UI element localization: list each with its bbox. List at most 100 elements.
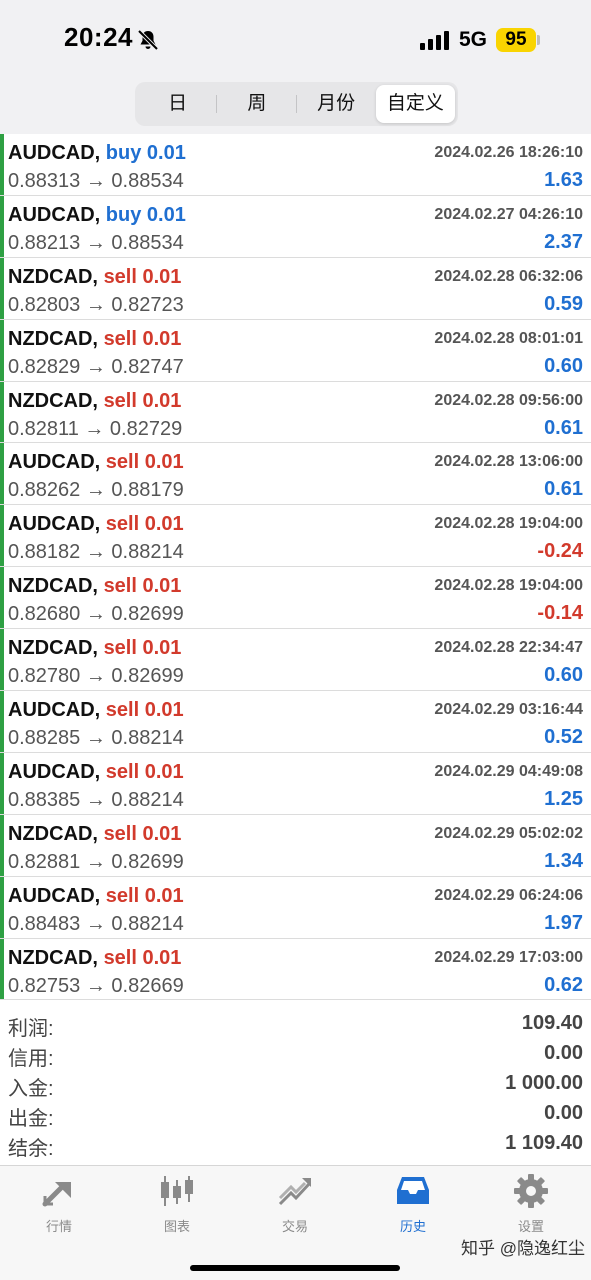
trade-prices: 0.82881 → 0.82699	[8, 850, 184, 873]
trade-side: sell 0.01	[103, 637, 182, 660]
account-summary: 利润: 109.40 信用: 0.00 入金: 1 000.00 出金: 0.0…	[0, 1010, 591, 1160]
trade-symbol-text: NZDCAD,	[8, 946, 98, 969]
trade-symbol: NZDCAD, sell 0.01	[8, 390, 181, 413]
summary-label: 入金:	[8, 1078, 54, 1100]
trade-datetime: 2024.02.28 06:32:06	[434, 267, 583, 285]
trade-prices: 0.88385 → 0.88214	[8, 788, 184, 811]
trade-profit: 0.61	[544, 478, 583, 501]
summary-label: 利润:	[8, 1018, 54, 1040]
trade-side: buy 0.01	[105, 203, 186, 226]
trade-datetime: 2024.02.29 03:16:44	[434, 701, 583, 719]
trade-row[interactable]: NZDCAD, sell 0.01 2024.02.28 06:32:06 0.82…	[0, 257, 591, 320]
trade-datetime: 2024.02.28 13:06:00	[434, 453, 583, 471]
trade-row[interactable]: AUDCAD, sell 0.01 2024.02.29 03:16:44 0.88…	[0, 691, 591, 753]
trade-indicator-bar	[0, 505, 4, 567]
trade-row[interactable]: AUDCAD, sell 0.01 2024.02.29 06:24:06 0.88…	[0, 876, 591, 939]
trade-datetime: 2024.02.28 19:04:00	[434, 577, 583, 595]
trade-datetime: 2024.02.29 17:03:00	[434, 948, 583, 966]
trade-indicator-bar	[0, 752, 4, 814]
trade-side: buy 0.01	[105, 142, 186, 164]
trade-profit: 0.62	[544, 973, 583, 996]
tab-month[interactable]: 月份	[297, 85, 376, 123]
trade-symbol: NZDCAD, sell 0.01	[8, 947, 181, 970]
trade-prices: 0.88262 → 0.88179	[8, 479, 184, 502]
trade-symbol-text: NZDCAD,	[8, 637, 98, 660]
trade-row[interactable]: NZDCAD, sell 0.01 2024.02.28 08:01:01 0.82…	[0, 319, 591, 382]
trade-datetime: 2024.02.26 18:26:10	[434, 144, 583, 161]
trade-history-list: AUDCAD, buy 0.01 2024.02.26 18:26:10 0.883…	[0, 134, 591, 1001]
trade-symbol-text: NZDCAD,	[8, 265, 98, 288]
trade-symbol-text: NZDCAD,	[8, 575, 98, 598]
trade-symbol-text: NZDCAD,	[8, 327, 98, 350]
trade-profit: 1.25	[544, 787, 583, 810]
trade-side: sell 0.01	[105, 513, 184, 536]
trade-symbol-text: AUDCAD,	[8, 451, 101, 474]
trade-symbol: AUDCAD, sell 0.01	[8, 885, 184, 908]
trade-side: sell 0.01	[103, 327, 182, 350]
trade-profit: 2.37	[544, 230, 583, 253]
trade-profit: 0.59	[544, 292, 583, 315]
bottom-tab-bar: 行情 图表 交易 历史 设置 知乎 @隐逸红尘	[0, 1165, 591, 1280]
trade-symbol: AUDCAD, sell 0.01	[8, 513, 184, 536]
summary-label: 结余:	[8, 1138, 54, 1160]
trade-prices: 0.88313 → 0.88534	[8, 170, 184, 192]
tab-week[interactable]: 周	[217, 85, 297, 123]
tab-quotes[interactable]: 行情	[0, 1174, 118, 1234]
period-segmented-control: 日 周 月份 自定义	[135, 82, 458, 126]
tab-label: 图表	[163, 1219, 190, 1234]
tab-label: 行情	[45, 1219, 72, 1234]
status-bar: 20:24 5G 95	[0, 0, 591, 80]
trade-side: sell 0.01	[105, 760, 184, 783]
summary-row-balance: 结余: 1 109.40	[0, 1130, 591, 1160]
trade-side: sell 0.01	[103, 575, 182, 598]
summary-value: 0.00	[544, 1042, 583, 1064]
tab-history[interactable]: 历史	[354, 1174, 472, 1234]
trade-prices: 0.88285 → 0.88214	[8, 727, 184, 750]
trade-row[interactable]: AUDCAD, buy 0.01 2024.02.27 04:26:10 0.882…	[0, 195, 591, 258]
tab-label: 设置	[517, 1219, 544, 1234]
trade-indicator-bar	[0, 814, 4, 876]
tab-custom[interactable]: 自定义	[375, 85, 455, 123]
trade-symbol-text: NZDCAD,	[8, 389, 98, 412]
trade-indicator-bar	[0, 319, 4, 381]
trade-row[interactable]: NZDCAD, sell 0.01 2024.02.29 17:03:00 0.82…	[0, 938, 591, 1001]
trade-side: sell 0.01	[103, 265, 182, 288]
gear-icon	[514, 1174, 548, 1208]
summary-row-withdrawal: 出金: 0.00	[0, 1100, 591, 1130]
trade-symbol: NZDCAD, sell 0.01	[8, 637, 181, 660]
trade-datetime: 2024.02.28 19:04:00	[434, 515, 583, 533]
tab-day[interactable]: 日	[138, 85, 218, 123]
tab-chart[interactable]: 图表	[118, 1174, 236, 1234]
tab-label: 历史	[399, 1219, 426, 1234]
trade-profit: 0.60	[544, 664, 583, 687]
summary-label: 信用:	[8, 1048, 54, 1070]
trade-row[interactable]: AUDCAD, buy 0.01 2024.02.26 18:26:10 0.883…	[0, 134, 591, 196]
quotes-arrows-icon	[42, 1182, 71, 1207]
tab-trade[interactable]: 交易	[236, 1174, 354, 1234]
home-indicator[interactable]	[190, 1265, 400, 1271]
trade-row[interactable]: NZDCAD, sell 0.01 2024.02.28 09:56:00 0.82…	[0, 381, 591, 444]
history-inbox-icon	[397, 1177, 429, 1204]
trade-row[interactable]: NZDCAD, sell 0.01 2024.02.28 19:04:00 0.82…	[0, 567, 591, 630]
trade-side: sell 0.01	[105, 451, 184, 474]
tab-settings[interactable]: 设置	[472, 1174, 590, 1234]
trade-symbol: NZDCAD, sell 0.01	[8, 266, 181, 289]
trade-profit: -0.14	[537, 602, 583, 625]
battery-tip	[537, 35, 540, 45]
trade-row[interactable]: AUDCAD, sell 0.01 2024.02.29 04:49:08 0.88…	[0, 752, 591, 815]
trade-row[interactable]: AUDCAD, sell 0.01 2024.02.28 19:04:00 0.88…	[0, 505, 591, 568]
trade-row[interactable]: NZDCAD, sell 0.01 2024.02.28 22:34:47 0.82…	[0, 629, 591, 692]
battery-indicator: 95	[496, 28, 536, 52]
trade-row[interactable]: NZDCAD, sell 0.01 2024.02.29 05:02:02 0.82…	[0, 814, 591, 877]
trade-row[interactable]: AUDCAD, sell 0.01 2024.02.28 13:06:00 0.88…	[0, 443, 591, 506]
trade-symbol-text: AUDCAD,	[8, 699, 101, 722]
trade-symbol: NZDCAD, sell 0.01	[8, 823, 181, 846]
trade-prices: 0.82753 → 0.82669	[8, 974, 184, 997]
trade-profit: 0.60	[544, 354, 583, 377]
trade-prices: 0.82803 → 0.82723	[8, 293, 184, 316]
trade-profit: 1.34	[544, 849, 583, 872]
trade-datetime: 2024.02.29 05:02:02	[434, 824, 583, 842]
trade-side: sell 0.01	[103, 946, 182, 969]
trade-symbol-text: AUDCAD,	[8, 142, 101, 164]
trade-datetime: 2024.02.28 22:34:47	[434, 639, 583, 657]
